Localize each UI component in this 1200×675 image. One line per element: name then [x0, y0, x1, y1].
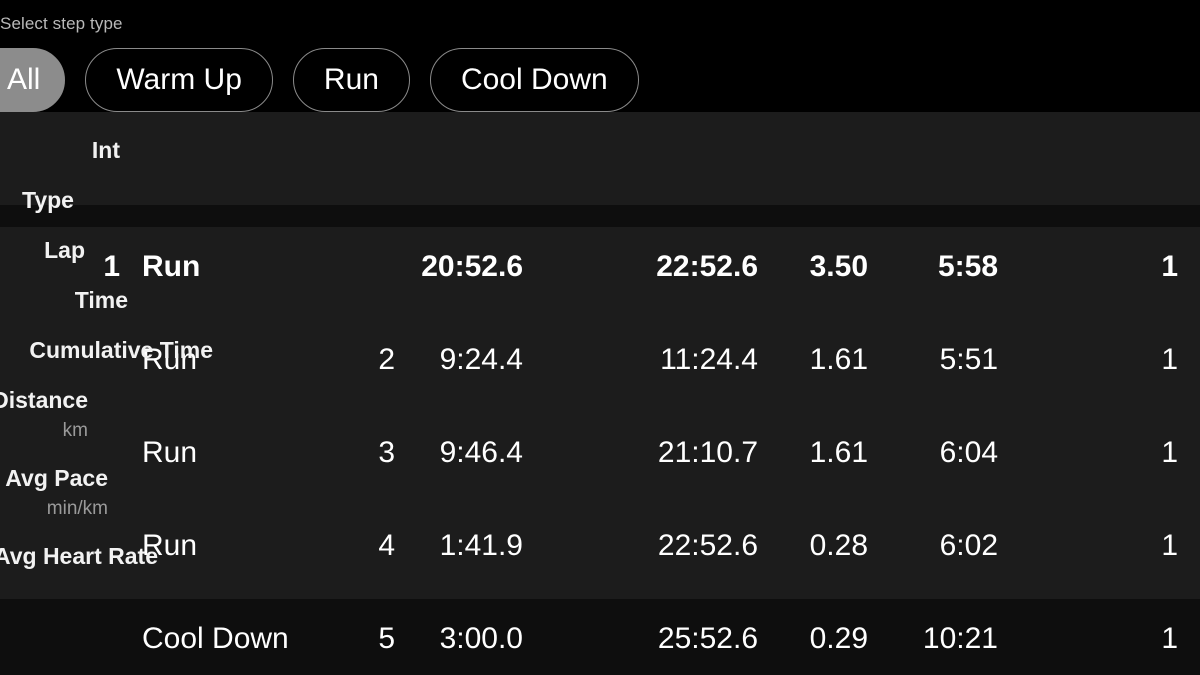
column-header-label: Cumulative Time	[29, 337, 213, 363]
column-header-label: Avg Heart Rate	[0, 543, 158, 569]
cell-lap: 5	[310, 599, 395, 654]
cell-lap	[310, 227, 395, 252]
cell-value: 1	[1161, 529, 1178, 562]
step-type-filter: Select step type All Warm Up Run Cool Down	[0, 0, 1200, 112]
cell-pace: 5:58	[890, 227, 1020, 282]
column-header-time[interactable]: Time	[0, 262, 150, 312]
cell-value: 25:52.6	[657, 622, 758, 655]
cell-cum: 21:10.7	[545, 413, 780, 468]
cell-value: Run	[142, 436, 198, 469]
cell-dist: 1.61	[780, 413, 890, 468]
column-header-label: Distance	[0, 387, 88, 413]
cell-cum: 22:52.6	[545, 506, 780, 561]
column-header-dist[interactable]: Distance km	[0, 362, 110, 441]
cell-value: 6:04	[939, 436, 998, 469]
table-row[interactable]: Run 3 9:46.4 21:10.7 1.61 6:04 1	[0, 413, 1200, 506]
cell-pace: 10:21	[890, 599, 1020, 654]
cell-value: 10:21	[922, 622, 998, 655]
cell-hr: 1	[1020, 320, 1200, 375]
cell-value: 5:58	[937, 250, 998, 283]
column-header-int[interactable]: Int	[0, 112, 120, 162]
cell-hr: 1	[1020, 506, 1200, 561]
cell-lap: 2	[310, 320, 395, 375]
cell-cum: 25:52.6	[545, 599, 780, 654]
intervals-table: Int Type Lap Time Cumulative Time Distance km A…	[0, 112, 1200, 675]
cell-dist: 0.28	[780, 506, 890, 561]
cell-value: 3:00.0	[439, 622, 523, 655]
column-header-label: Time	[74, 287, 128, 313]
column-header-label: Type	[22, 187, 74, 213]
table-row[interactable]: Run 4 1:41.9 22:52.6 0.28 6:02 1	[0, 506, 1200, 599]
cell-value: 11:24.4	[660, 343, 758, 376]
cell-cum: 22:52.6	[545, 227, 780, 282]
cell-dist: 1.61	[780, 320, 890, 375]
cell-value: 5:51	[939, 343, 998, 376]
table-body: 1 Run 20:52.6 22:52.6 3.50 5:58 1 Run 2 9:24.4 11:…	[0, 227, 1200, 675]
cell-type: Cool Down	[120, 599, 310, 654]
cell-cum: 11:24.4	[545, 320, 780, 375]
chip-cool-down[interactable]: Cool Down	[429, 48, 639, 112]
cell-value: 21:10.7	[657, 436, 758, 469]
cell-value: 6:02	[939, 529, 998, 562]
chip-row: All Warm Up Run Cool Down	[0, 48, 1200, 112]
column-header-unit: min/km	[46, 498, 108, 519]
cell-value: Run	[142, 250, 201, 283]
column-header-lap[interactable]: Lap	[0, 212, 85, 262]
cell-lap: 4	[310, 506, 395, 561]
cell-hr: 1	[1020, 599, 1200, 654]
cell-value: 3	[378, 436, 395, 469]
cell-value: 5	[378, 622, 395, 655]
workout-steps-screen: Select step type All Warm Up Run Cool Down …	[0, 0, 1200, 675]
table-header-row: Int Type Lap Time Cumulative Time Distance km A…	[0, 112, 1200, 568]
cell-time: 9:24.4	[395, 320, 545, 375]
cell-time: 1:41.9	[395, 506, 545, 561]
chip-all[interactable]: All	[0, 48, 66, 112]
cell-value: 22:52.6	[656, 250, 758, 283]
cell-pace: 6:02	[890, 506, 1020, 561]
table-row[interactable]: Cool Down 5 3:00.0 25:52.6 0.29 10:21 1	[0, 599, 1200, 675]
cell-value: 9:24.4	[439, 343, 523, 376]
cell-value: 20:52.6	[421, 250, 523, 283]
cell-int	[0, 599, 120, 624]
column-header-pace[interactable]: Avg Pace min/km	[0, 440, 130, 519]
cell-value: 1.61	[809, 436, 868, 469]
table-row[interactable]: 1 Run 20:52.6 22:52.6 3.50 5:58 1	[0, 227, 1200, 320]
cell-value: 1:41.9	[439, 529, 523, 562]
cell-value: 2	[378, 343, 395, 376]
column-header-unit: km	[62, 420, 88, 441]
cell-value: 4	[378, 529, 395, 562]
cell-value: 22:52.6	[657, 529, 758, 562]
column-header-hr[interactable]: Avg Heart Rate	[0, 518, 180, 568]
cell-hr: 1	[1020, 227, 1200, 282]
column-header-type[interactable]: Type	[0, 162, 190, 212]
cell-value: 0.29	[809, 622, 868, 655]
cell-value: 1	[1161, 622, 1178, 655]
cell-value: 0.28	[809, 529, 868, 562]
cell-dist: 0.29	[780, 599, 890, 654]
cell-type: Run	[120, 413, 310, 468]
cell-pace: 6:04	[890, 413, 1020, 468]
column-header-label: Lap	[44, 237, 85, 263]
cell-hr: 1	[1020, 413, 1200, 468]
column-header-label: Avg Pace	[5, 465, 108, 491]
cell-value: 1.61	[809, 343, 868, 376]
chip-run[interactable]: Run	[292, 48, 410, 112]
cell-time: 3:00.0	[395, 599, 545, 654]
cell-time: 9:46.4	[395, 413, 545, 468]
column-header-cum[interactable]: Cumulative Time	[0, 312, 235, 362]
chip-warm-up[interactable]: Warm Up	[85, 48, 273, 112]
cell-value: 1	[1161, 436, 1178, 469]
cell-value: Cool Down	[142, 622, 289, 655]
cell-value: 9:46.4	[439, 436, 523, 469]
cell-dist: 3.50	[780, 227, 890, 282]
cell-pace: 5:51	[890, 320, 1020, 375]
cell-lap: 3	[310, 413, 395, 468]
column-header-label: Int	[91, 137, 120, 163]
cell-value: 3.50	[809, 250, 868, 283]
filter-label: Select step type	[0, 14, 123, 33]
cell-value: 1	[1161, 343, 1178, 376]
cell-value: 1	[1161, 250, 1178, 283]
cell-time: 20:52.6	[395, 227, 545, 282]
